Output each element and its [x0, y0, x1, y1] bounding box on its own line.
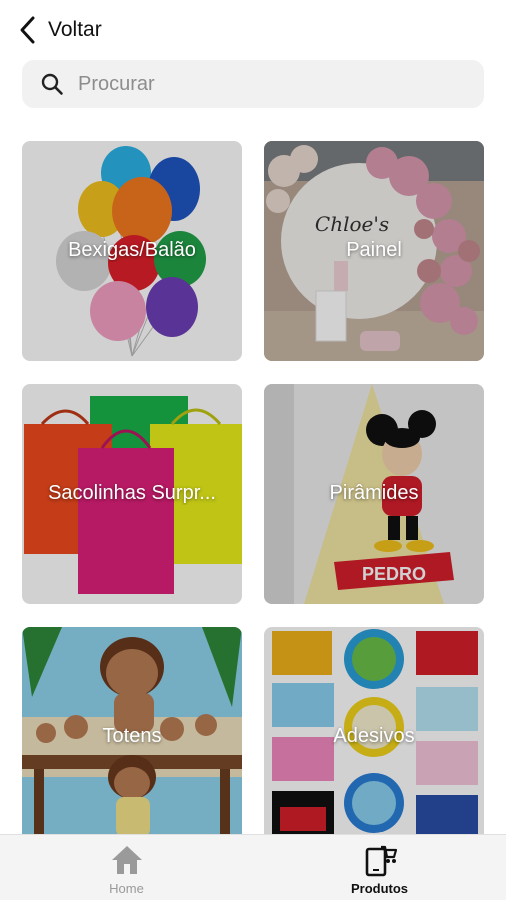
- category-label: Adesivos: [333, 725, 415, 747]
- products-icon: [365, 845, 397, 877]
- home-icon: [112, 846, 142, 874]
- category-label: Pirâmides: [329, 482, 419, 504]
- category-card-panel[interactable]: Chloe's Painel: [264, 141, 484, 361]
- tab-home[interactable]: Home: [0, 835, 253, 900]
- chevron-left-icon: [20, 16, 35, 44]
- category-grid: Bexigas/Balão Chloe's Painel Sacolinhas …: [22, 141, 484, 834]
- tab-products[interactable]: Produtos: [253, 835, 506, 900]
- back-label: Voltar: [48, 18, 102, 41]
- category-card-balloons[interactable]: Bexigas/Balão: [22, 141, 242, 361]
- search-input[interactable]: Procurar: [22, 60, 484, 108]
- category-card-totems[interactable]: Totens: [22, 627, 242, 834]
- back-button[interactable]: Voltar: [18, 12, 102, 48]
- category-label: Painel: [346, 239, 402, 261]
- top-bar: Voltar: [0, 0, 506, 58]
- tab-products-label: Produtos: [350, 881, 409, 896]
- category-card-gift-bags[interactable]: Sacolinhas Surpr...: [22, 384, 242, 604]
- tab-home-label: Home: [109, 881, 144, 896]
- search-icon: [41, 73, 63, 95]
- search-placeholder: Procurar: [78, 72, 155, 95]
- category-card-stickers[interactable]: Adesivos: [264, 627, 484, 834]
- category-label: Sacolinhas Surpr...: [48, 482, 216, 504]
- category-label: Totens: [102, 725, 162, 747]
- category-label: Bexigas/Balão: [68, 239, 196, 261]
- tab-bar: Home Produtos: [0, 834, 506, 900]
- category-card-pyramids[interactable]: PEDRO Pirâmides: [264, 384, 484, 604]
